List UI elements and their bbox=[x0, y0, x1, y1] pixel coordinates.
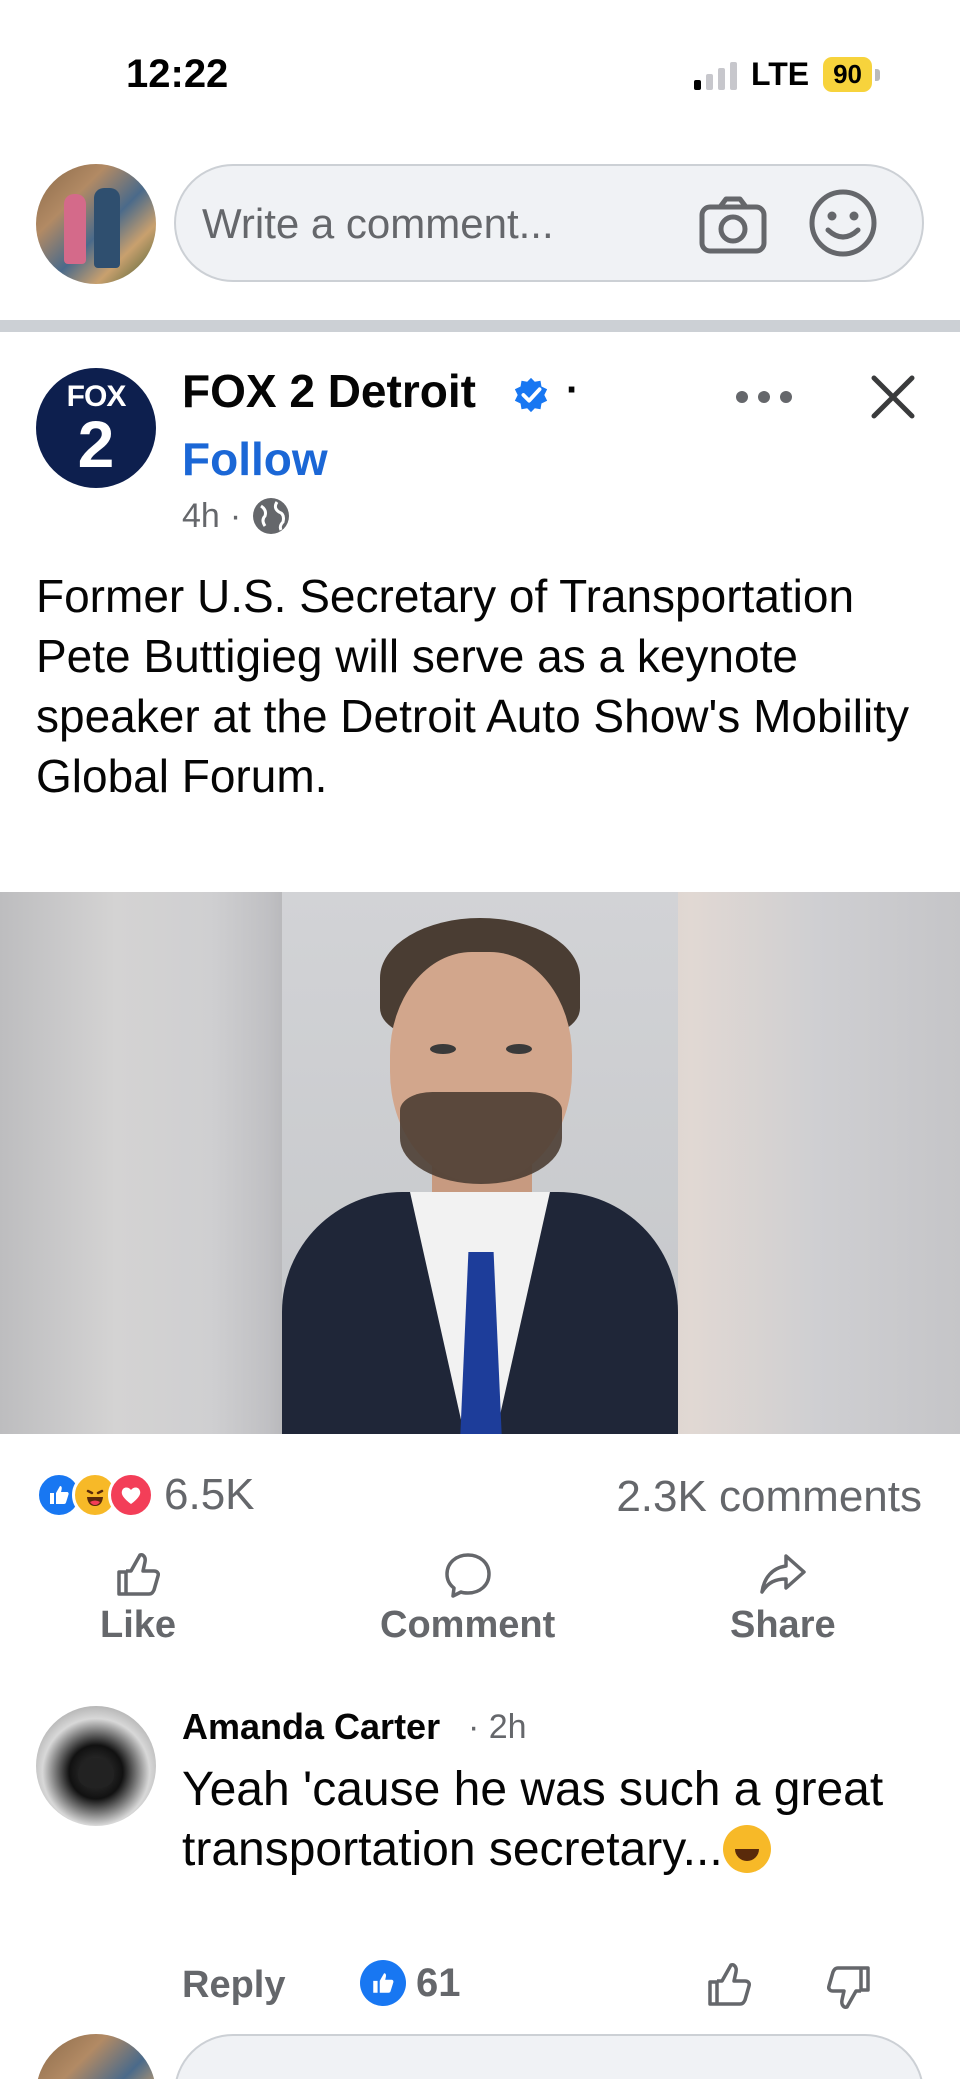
like-button[interactable]: Like bbox=[100, 1550, 176, 1647]
reply-composer-peek bbox=[0, 2034, 960, 2079]
comment-input[interactable] bbox=[202, 196, 662, 252]
commenter-name[interactable]: Amanda Carter bbox=[182, 1706, 440, 1748]
status-indicators: LTE 90 bbox=[694, 56, 880, 93]
status-time: 12:22 bbox=[126, 52, 229, 96]
reply-button[interactable]: Reply bbox=[182, 1964, 285, 2007]
comment-like-count[interactable]: 61 bbox=[360, 1960, 461, 2006]
comment-dislike-icon[interactable] bbox=[824, 1962, 874, 2012]
comment-input-container[interactable] bbox=[174, 164, 924, 282]
verified-badge-icon bbox=[514, 377, 548, 413]
status-bar: 12:22 LTE 90 bbox=[0, 0, 960, 150]
battery-icon: 90 bbox=[823, 57, 880, 92]
commenter-avatar[interactable] bbox=[36, 1706, 156, 1826]
comment-like-icon[interactable] bbox=[704, 1960, 754, 2010]
more-options-icon[interactable] bbox=[736, 382, 792, 412]
post-actions: Like Comment Share bbox=[0, 1550, 960, 1660]
share-button[interactable]: Share bbox=[730, 1550, 836, 1647]
logo-number: 2 bbox=[77, 407, 115, 481]
comment-like-number: 61 bbox=[416, 1960, 461, 2005]
battery-level: 90 bbox=[823, 57, 872, 92]
network-type: LTE bbox=[751, 56, 810, 92]
post-text: Former U.S. Secretary of Transportation … bbox=[36, 570, 909, 802]
globe-icon bbox=[253, 498, 290, 534]
reaction-count: 6.5K bbox=[164, 1470, 255, 1519]
reactions-summary[interactable]: 6.5K bbox=[36, 1470, 255, 1520]
smiley-icon[interactable] bbox=[806, 186, 880, 260]
follow-button[interactable]: Follow bbox=[182, 432, 328, 486]
comment-bubble-icon bbox=[444, 1553, 491, 1598]
meta-separator: · bbox=[229, 496, 242, 535]
like-badge-icon bbox=[360, 1960, 406, 2006]
post-meta: 4h · bbox=[182, 496, 291, 536]
camera-icon[interactable] bbox=[696, 190, 770, 260]
post-time[interactable]: 4h bbox=[182, 497, 220, 536]
my-avatar[interactable] bbox=[36, 164, 156, 284]
close-icon[interactable] bbox=[868, 372, 918, 422]
love-reaction-icon bbox=[108, 1472, 154, 1518]
page-name[interactable]: FOX 2 Detroit bbox=[182, 364, 476, 418]
comment-text: Yeah 'cause he was such a great transpor… bbox=[182, 1760, 902, 1880]
portrait-image bbox=[282, 892, 678, 1434]
comment-time: · 2h bbox=[468, 1708, 527, 1746]
comment-body: Yeah 'cause he was such a great transpor… bbox=[182, 1763, 884, 1876]
header-separator: · bbox=[566, 368, 580, 412]
signal-strength-icon bbox=[694, 60, 738, 90]
thumbs-up-icon bbox=[117, 1553, 161, 1596]
section-divider bbox=[0, 320, 960, 332]
comment-button[interactable]: Comment bbox=[380, 1550, 555, 1647]
like-label: Like bbox=[100, 1604, 177, 1646]
comment-count[interactable]: 2.3K comments bbox=[616, 1472, 922, 1522]
laughing-emoji-icon bbox=[722, 1825, 771, 1873]
my-avatar-bottom[interactable] bbox=[36, 2034, 156, 2079]
reply-input-container[interactable] bbox=[174, 2034, 924, 2079]
comment-label: Comment bbox=[380, 1604, 556, 1646]
page-logo[interactable]: FOX 2 bbox=[36, 368, 156, 488]
share-label: Share bbox=[730, 1604, 836, 1646]
comment-composer bbox=[0, 160, 960, 284]
share-arrow-icon bbox=[760, 1554, 806, 1594]
post-photo[interactable] bbox=[0, 892, 960, 1434]
